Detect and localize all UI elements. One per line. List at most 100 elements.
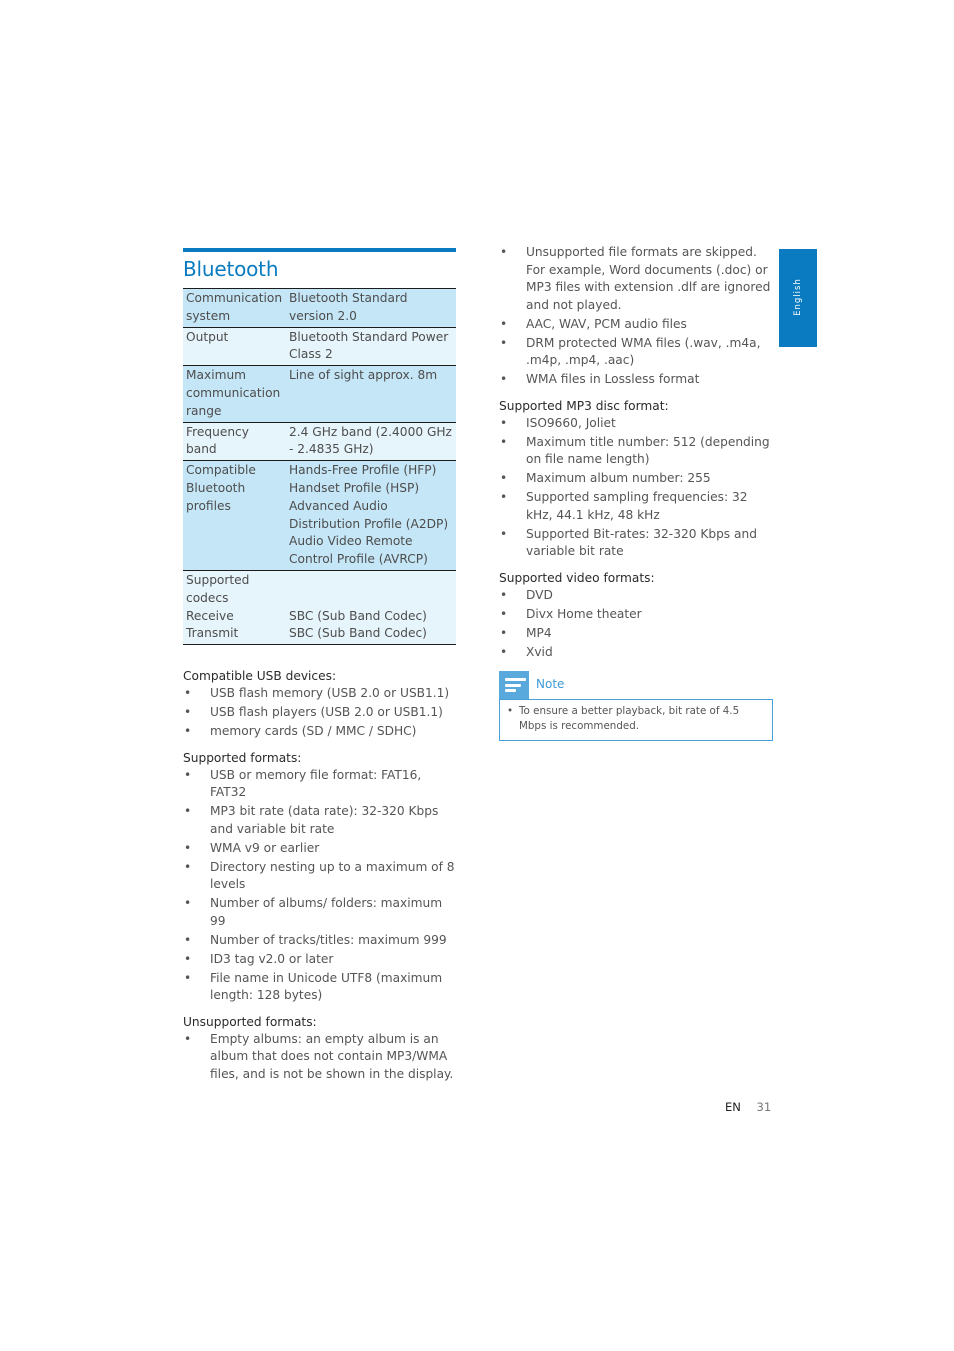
language-tab-label: English: [793, 278, 803, 316]
table-row: Frequency band 2.4 GHz band (2.4000 GHz …: [183, 422, 456, 461]
spec-value: Line of sight approx. 8m: [289, 368, 438, 383]
note-label: Note: [536, 677, 565, 691]
list-item: • Empty albums: an empty album is an albu…: [184, 1031, 454, 1081]
bullet: •: [184, 970, 192, 985]
bullet: •: [500, 434, 508, 449]
list-item: • File name in Unicode UTF8 (maximum leng…: [184, 970, 443, 1003]
spec-value: Bluetooth Standard Power Class 2: [289, 329, 449, 362]
list-item: • Supported sampling frequencies: 32 kHz,…: [500, 490, 748, 522]
codec-sub-key: Transmit: [186, 626, 239, 641]
list-item: • Maximum title number: 512 (depending on…: [500, 434, 770, 467]
section-title: Bluetooth: [183, 257, 279, 281]
list-item: • ID3 tag v2.0 or later: [183, 951, 456, 969]
unsupported-formats-heading: Unsupported formats:: [183, 1014, 317, 1029]
bullet: •: [500, 606, 508, 621]
bullet: •: [184, 686, 192, 701]
list-item: • USB flash players (USB 2.0 or USB1.1): [183, 704, 456, 722]
bullet: •: [500, 316, 508, 331]
list-item: • WMA files in Lossless format: [499, 371, 774, 389]
video-formats-list: • DVD • Divx Home theater • MP4 • Xvid: [499, 587, 774, 662]
bullet: •: [500, 644, 508, 659]
right-column: • Unsupported file formats are skipped. F…: [499, 244, 774, 741]
usb-devices-list: • USB flash memory (USB 2.0 or USB1.1) • U…: [183, 685, 456, 741]
codec-sub-key: Receive: [186, 608, 234, 623]
spec-key: Output: [186, 329, 229, 344]
bullet: •: [184, 859, 192, 874]
table-row: Communication system Bluetooth Standard …: [183, 288, 456, 328]
mp3-disc-format-list: • ISO9660, Joliet • Maximum title number: …: [499, 415, 774, 561]
spec-value: SBC (Sub Band Codec) SBC (Sub Band Codec…: [286, 570, 456, 644]
codec-sub-value: SBC (Sub Band Codec): [289, 626, 427, 641]
left-column: Bluetooth Communication system Bluetooth…: [183, 248, 456, 1091]
bullet: •: [184, 840, 192, 855]
unsupported-formats-list-continued: • Unsupported file formats are skipped. F…: [499, 244, 774, 389]
page-number: 31: [756, 1100, 772, 1114]
page-footer: EN 31: [725, 1100, 771, 1114]
spec-value: 2.4 GHz band (2.4000 GHz - 2.4835 GHz): [289, 424, 452, 457]
spec-key: Compatible Bluetooth profiles: [186, 463, 256, 513]
spec-key: Supported codecs Receive Transmit: [183, 570, 286, 644]
list-item: • ISO9660, Joliet: [499, 415, 774, 433]
bullet: •: [184, 951, 192, 966]
list-item: • Supported Bit-rates: 32-320 Kbps and va…: [500, 526, 757, 559]
profile-line: Audio Video Remote Control Profile (AVRC…: [289, 534, 428, 567]
video-formats-heading: Supported video formats:: [499, 570, 655, 585]
list-item: • AAC, WAV, PCM audio files: [499, 316, 774, 334]
list-item: • memory cards (SD / MMC / SDHC): [183, 723, 456, 741]
list-item: • Maximum album number: 255: [499, 470, 774, 488]
list-item: • DVD: [499, 587, 774, 605]
note-icon: [499, 671, 529, 699]
bluetooth-spec-table: Communication system Bluetooth Standard …: [183, 288, 456, 645]
supported-formats-list: • USB or memory file format: FAT16, FAT32…: [183, 767, 456, 1005]
bullet: •: [184, 1031, 192, 1046]
list-item: • MP4: [499, 625, 774, 643]
list-item: • MP3 bit rate (data rate): 32-320 Kbps a…: [184, 804, 439, 836]
bullet: •: [500, 372, 508, 386]
spec-value: Hands-Free Profile (HFP) Handset Profile…: [286, 461, 456, 571]
spec-value: Bluetooth Standard version 2.0: [289, 291, 408, 323]
table-row: Supported codecs Receive Transmit SBC (S…: [183, 570, 456, 645]
profile-line: Advanced Audio Distribution Profile (A2D…: [289, 498, 449, 531]
bullet: •: [184, 896, 192, 911]
bullet: •: [500, 490, 508, 504]
list-item: • WMA v9 or earlier: [183, 840, 456, 858]
mp3-disc-format-heading: Supported MP3 disc format:: [499, 398, 669, 413]
spec-key: Maximum communication range: [186, 368, 281, 418]
codec-sub-value: SBC (Sub Band Codec): [289, 608, 427, 623]
list-item: • DRM protected WMA files (.wav, .m4a, .m…: [500, 335, 761, 368]
list-item: • Xvid: [499, 644, 774, 662]
bullet: •: [184, 804, 192, 819]
table-row: Compatible Bluetooth profiles Hands-Free…: [183, 460, 456, 571]
bullet: •: [184, 705, 192, 720]
bullet: •: [500, 335, 508, 350]
spec-key: Frequency band: [186, 424, 249, 457]
list-item: • USB flash memory (USB 2.0 or USB1.1): [183, 685, 456, 703]
bullet: •: [500, 245, 508, 259]
bullet: •: [184, 724, 192, 739]
list-item: • Divx Home theater: [499, 606, 774, 624]
spec-key: Communication system: [186, 291, 283, 323]
note-body: • To ensure a better playback, bit rate o…: [499, 700, 773, 741]
list-item: • To ensure a better playback, bit rate o…: [507, 705, 740, 732]
profile-line: Hands-Free Profile (HFP): [289, 463, 437, 478]
profile-line: Handset Profile (HSP): [289, 480, 420, 495]
codecs-label: Supported codecs: [186, 572, 250, 605]
list-item: • Unsupported file formats are skipped. F…: [500, 245, 771, 312]
bullet: •: [500, 415, 508, 430]
bullet: •: [500, 526, 508, 541]
supported-formats-heading: Supported formats:: [183, 750, 302, 765]
bullet: •: [500, 587, 508, 602]
bullet: •: [184, 767, 192, 782]
list-item: • Directory nesting up to a maximum of 8 …: [184, 859, 455, 892]
section-rule: [183, 248, 456, 252]
bullet: •: [500, 625, 508, 640]
note-header: Note: [499, 671, 773, 700]
bullet: •: [184, 932, 192, 947]
list-item: • USB or memory file format: FAT16, FAT32: [184, 767, 422, 800]
footer-language: EN: [725, 1100, 741, 1114]
table-row: Maximum communication range Line of sigh…: [183, 365, 456, 423]
bullet: •: [500, 471, 508, 485]
note-box: Note • To ensure a better playback, bit r…: [499, 671, 773, 741]
list-item: • Number of albums/ folders: maximum 99: [184, 896, 443, 928]
table-row: Output Bluetooth Standard Power Class 2: [183, 327, 456, 366]
